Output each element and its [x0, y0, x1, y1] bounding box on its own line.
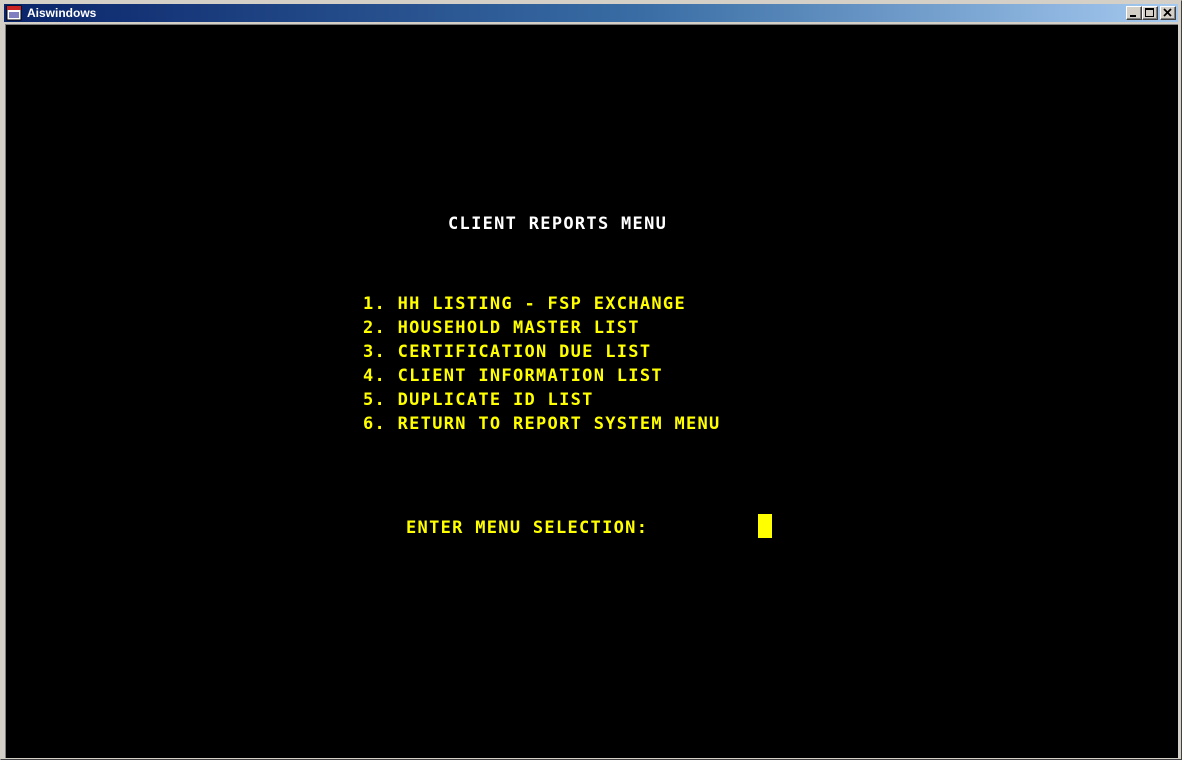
- close-button[interactable]: [1160, 6, 1176, 20]
- menu-item-hh-listing: 1. HH LISTING - FSP EXCHANGE: [363, 294, 686, 314]
- app-window-icon[interactable]: [6, 5, 22, 21]
- title-bar[interactable]: Aiswindows: [4, 4, 1178, 22]
- menu-selection-prompt: ENTER MENU SELECTION:: [406, 518, 649, 538]
- menu-item-certification-due-list: 3. CERTIFICATION DUE LIST: [363, 342, 652, 362]
- maximize-icon: [1145, 8, 1154, 17]
- menu-item-return-to-report-system-menu: 6. RETURN TO REPORT SYSTEM MENU: [363, 414, 721, 434]
- window-title: Aiswindows: [27, 6, 97, 20]
- terminal-screen[interactable]: CLIENT REPORTS MENU 1. HH LISTING - FSP …: [5, 24, 1178, 758]
- menu-item-client-information-list: 4. CLIENT INFORMATION LIST: [363, 366, 663, 386]
- menu-item-duplicate-id-list: 5. DUPLICATE ID LIST: [363, 390, 594, 410]
- menu-selection-input[interactable]: [758, 514, 772, 538]
- menu-list: 1. HH LISTING - FSP EXCHANGE 2. HOUSEHOL…: [363, 292, 721, 436]
- maximize-button[interactable]: [1142, 6, 1158, 20]
- minimize-icon: [1130, 15, 1136, 17]
- minimize-button[interactable]: [1126, 6, 1142, 20]
- app-window: Aiswindows CLIENT REPORTS MENU 1. HH LIS…: [0, 0, 1182, 760]
- menu-item-household-master-list: 2. HOUSEHOLD MASTER LIST: [363, 318, 640, 338]
- close-icon: [1163, 8, 1172, 17]
- menu-title: CLIENT REPORTS MENU: [448, 214, 668, 234]
